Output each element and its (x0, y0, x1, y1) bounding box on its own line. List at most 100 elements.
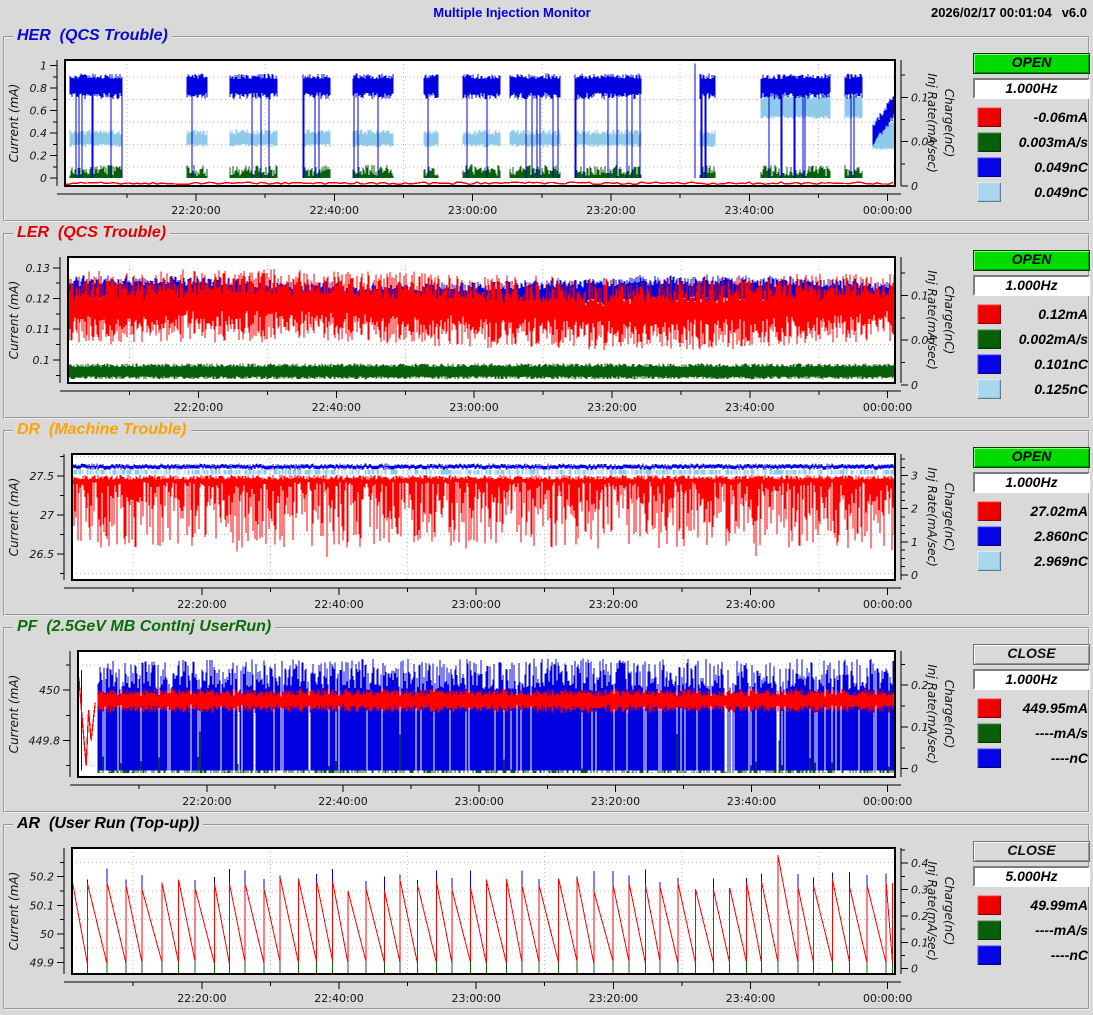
ler-side-panel: OPEN 1.000Hz 0.12mA0.002mA/s0.101nC0.125… (973, 250, 1090, 401)
dr-readouts: 27.02mA2.860nC2.969nC (973, 498, 1090, 573)
svg-text:0.8: 0.8 (30, 82, 48, 95)
readout-row: 0.049nC (973, 179, 1090, 204)
header-right: 2026/02/17 00:01:04 v6.0 (921, 5, 1087, 20)
right-axis-title-2: Inj Rate(mA/sec) (925, 664, 939, 764)
svg-text:22:20:00: 22:20:00 (177, 598, 226, 611)
readout-value: 0.003mA/s (1001, 134, 1090, 150)
svg-text:22:40:00: 22:40:00 (310, 204, 359, 217)
svg-text:23:20:00: 23:20:00 (587, 401, 636, 414)
ler-shutter-button[interactable]: OPEN (973, 250, 1090, 271)
readout-value: ----mA/s (1001, 725, 1090, 741)
legend-swatch-icon (977, 526, 1001, 546)
svg-text:23:40:00: 23:40:00 (725, 401, 774, 414)
legend-swatch-icon (977, 329, 1001, 349)
svg-text:23:40:00: 23:40:00 (727, 795, 776, 808)
svg-text:23:20:00: 23:20:00 (589, 598, 638, 611)
left-axis-title: Current (mA) (7, 84, 21, 163)
right-axis-title-1: Charge(nC) (942, 680, 956, 749)
readout-value: 0.125nC (1001, 381, 1090, 397)
panel-dr: DR (Machine Trouble) 22:20:0022:40:0023:… (3, 430, 1090, 616)
svg-text:22:40:00: 22:40:00 (318, 795, 367, 808)
ler-chart: 22:20:0022:40:0023:00:0023:20:0023:40:00… (0, 249, 960, 421)
svg-text:50.1: 50.1 (30, 899, 55, 912)
svg-text:23:20:00: 23:20:00 (591, 795, 640, 808)
pf-chart: 22:20:0022:40:0023:00:0023:20:0023:40:00… (0, 643, 960, 815)
readout-row: ----mA/s (973, 917, 1090, 942)
readout-row: 0.101nC (973, 351, 1090, 376)
her-side-panel: OPEN 1.000Hz -0.06mA0.003mA/s0.049nC0.04… (973, 53, 1090, 204)
legend-swatch-icon (977, 304, 1001, 324)
legend-swatch-icon (977, 132, 1001, 152)
svg-text:1: 1 (911, 536, 918, 549)
readout-row: 449.95mA (973, 695, 1090, 720)
svg-text:22:20:00: 22:20:00 (177, 992, 226, 1005)
svg-text:0.1: 0.1 (33, 354, 51, 367)
svg-text:0: 0 (911, 379, 918, 392)
version-label: v6.0 (1062, 5, 1087, 20)
readout-value: 27.02mA (1001, 503, 1090, 519)
dr-side-panel: OPEN 1.000Hz 27.02mA2.860nC2.969nC (973, 447, 1090, 573)
readout-value: -0.06mA (1001, 109, 1090, 125)
readout-value: 0.002mA/s (1001, 331, 1090, 347)
svg-text:1: 1 (40, 60, 47, 73)
app-title: Multiple Injection Monitor (0, 5, 1024, 20)
panel-title-pf: PF (2.5GeV MB ContInj UserRun) (13, 618, 275, 636)
dr-chart: 22:20:0022:40:0023:00:0023:20:0023:40:00… (0, 446, 960, 618)
left-axis-title: Current (mA) (7, 478, 21, 557)
readout-row: 0.12mA (973, 301, 1090, 326)
panel-pf: PF (2.5GeV MB ContInj UserRun) 22:20:002… (3, 627, 1090, 813)
ler-readouts: 0.12mA 0.002mA/s 0.101nC 0.125nC (973, 301, 1090, 401)
her-readouts: -0.06mA 0.003mA/s 0.049nC 0.049nC (973, 104, 1090, 204)
svg-text:0.6: 0.6 (30, 105, 48, 118)
readout-row: 0.003mA/s (973, 129, 1090, 154)
svg-text:22:40:00: 22:40:00 (314, 992, 363, 1005)
svg-text:22:40:00: 22:40:00 (314, 598, 363, 611)
dr-shutter-button[interactable]: OPEN (973, 447, 1090, 468)
svg-text:27: 27 (40, 509, 54, 522)
right-axis-title-1: Charge(nC) (942, 483, 956, 552)
svg-text:23:00:00: 23:00:00 (451, 992, 500, 1005)
legend-swatch-icon (977, 895, 1001, 915)
readout-value: 0.12mA (1001, 306, 1090, 322)
readout-value: ----mA/s (1001, 922, 1090, 938)
ar-shutter-button[interactable]: CLOSE (973, 841, 1090, 862)
readout-value: ----nC (1001, 947, 1090, 963)
svg-text:22:20:00: 22:20:00 (171, 204, 220, 217)
readout-row: 0.125nC (973, 376, 1090, 401)
left-axis-title: Current (mA) (7, 281, 21, 360)
svg-text:50: 50 (40, 928, 54, 941)
svg-text:0: 0 (911, 569, 918, 582)
readout-value: 449.95mA (1001, 700, 1090, 716)
readout-row: -0.06mA (973, 104, 1090, 129)
svg-text:0.12: 0.12 (26, 293, 51, 306)
pf-readouts: 449.95mA ----mA/s ----nC (973, 695, 1090, 770)
readout-row: ----nC (973, 745, 1090, 770)
readout-row: 49.99mA (973, 892, 1090, 917)
her-shutter-button[interactable]: OPEN (973, 53, 1090, 74)
svg-text:449.8: 449.8 (29, 735, 61, 748)
svg-text:23:40:00: 23:40:00 (726, 598, 775, 611)
svg-text:00:00:00: 00:00:00 (863, 401, 912, 414)
right-axis-title-2: Inj Rate(mA/sec) (925, 861, 939, 961)
svg-text:0: 0 (40, 172, 47, 185)
readout-row: ----mA/s (973, 720, 1090, 745)
svg-text:23:40:00: 23:40:00 (726, 992, 775, 1005)
legend-swatch-icon (977, 551, 1001, 571)
right-axis-title-2: Inj Rate(mA/sec) (925, 73, 939, 173)
svg-text:00:00:00: 00:00:00 (863, 992, 912, 1005)
svg-text:50.2: 50.2 (30, 871, 55, 884)
clock: 2026/02/17 00:01:04 (931, 5, 1052, 20)
svg-text:23:20:00: 23:20:00 (586, 204, 635, 217)
svg-text:3: 3 (911, 470, 918, 483)
right-axis-title-2: Inj Rate(mA/sec) (925, 467, 939, 567)
pf-shutter-button[interactable]: CLOSE (973, 644, 1090, 665)
ar-side-panel: CLOSE 5.000Hz 49.99mA----mA/s----nC (973, 841, 1090, 967)
readout-row: 0.002mA/s (973, 326, 1090, 351)
readout-row: 0.049nC (973, 154, 1090, 179)
svg-text:0.13: 0.13 (26, 262, 51, 275)
legend-swatch-icon (977, 920, 1001, 940)
readout-value: 0.049nC (1001, 159, 1090, 175)
readout-value: 49.99mA (1001, 897, 1090, 913)
legend-swatch-icon (977, 107, 1001, 127)
legend-swatch-icon (977, 748, 1001, 768)
